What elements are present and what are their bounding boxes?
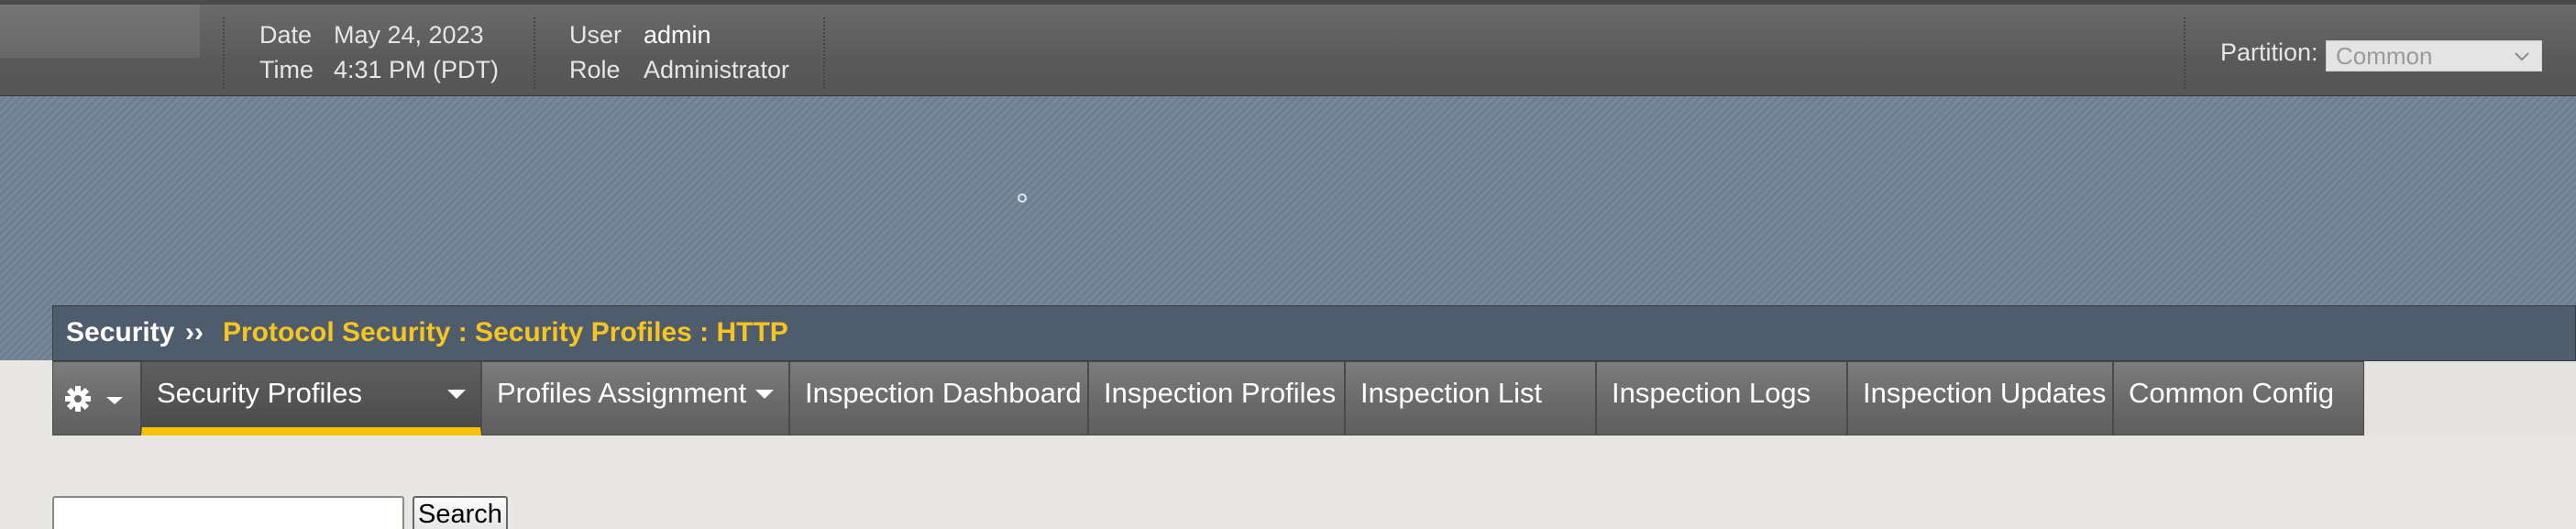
- breadcrumb: Security ›› Protocol Security : Security…: [52, 305, 2576, 361]
- caret-down-icon[interactable]: [755, 390, 774, 399]
- user-value: admin: [644, 21, 711, 49]
- time-label: Time: [259, 56, 314, 83]
- tab-inspection-list[interactable]: Inspection List: [1345, 361, 1596, 435]
- search-input[interactable]: [52, 496, 404, 529]
- header-divider: [534, 17, 535, 89]
- partition-select-value: Common: [2336, 42, 2433, 70]
- tab-label: Inspection List: [1360, 377, 1543, 409]
- date-label: Date: [259, 21, 313, 49]
- header-divider: [823, 17, 825, 89]
- gear-icon: [65, 386, 123, 412]
- loading-indicator-icon: [1018, 193, 1027, 203]
- tab-label: Inspection Dashboard: [805, 377, 1082, 409]
- tab-label: Inspection Profiles: [1104, 377, 1337, 409]
- caret-down-icon[interactable]: [447, 390, 466, 399]
- top-header-bar: Date May 24, 2023 Time 4:31 PM (PDT) Use…: [0, 0, 2576, 96]
- role-label: Role: [569, 56, 621, 83]
- tab-common-config[interactable]: Common Config: [2113, 361, 2364, 435]
- tab-security-profiles[interactable]: Security Profiles: [141, 361, 481, 435]
- header-divider: [2184, 17, 2185, 89]
- tab-bar: Security Profiles Profiles Assignment In…: [52, 361, 2576, 435]
- tab-label: Common Config: [2129, 377, 2334, 409]
- date-value: May 24, 2023: [334, 21, 484, 49]
- tab-inspection-updates[interactable]: Inspection Updates: [1847, 361, 2113, 435]
- chevron-down-icon: [2515, 52, 2529, 61]
- logo-area[interactable]: [0, 5, 200, 58]
- breadcrumb-root[interactable]: Security: [66, 317, 174, 348]
- time-value: 4:31 PM (PDT): [334, 56, 500, 83]
- user-label: User: [569, 21, 622, 49]
- partition-select[interactable]: Common: [2326, 40, 2542, 72]
- search-button[interactable]: Search: [413, 496, 508, 529]
- partition-label: Partition:: [2220, 39, 2318, 66]
- breadcrumb-path: Protocol Security : Security Profiles : …: [223, 317, 788, 347]
- tab-label: Inspection Logs: [1612, 377, 1811, 409]
- role-value: Administrator: [644, 56, 790, 83]
- tab-label: Security Profiles: [157, 377, 362, 409]
- breadcrumb-separator: ››: [185, 317, 204, 347]
- tab-inspection-dashboard[interactable]: Inspection Dashboard: [789, 361, 1088, 435]
- header-divider: [223, 17, 225, 89]
- tab-inspection-profiles[interactable]: Inspection Profiles: [1088, 361, 1345, 435]
- caret-down-icon: [106, 397, 123, 404]
- settings-menu-tab[interactable]: [52, 361, 141, 435]
- tab-inspection-logs[interactable]: Inspection Logs: [1596, 361, 1847, 435]
- tab-label: Inspection Updates: [1863, 377, 2107, 409]
- tab-label: Profiles Assignment: [497, 377, 747, 409]
- tab-profiles-assignment[interactable]: Profiles Assignment: [481, 361, 789, 435]
